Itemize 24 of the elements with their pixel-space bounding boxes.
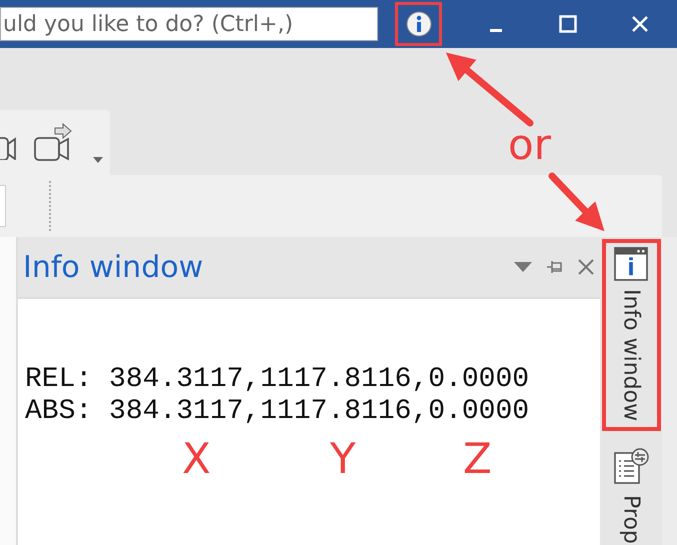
maximize-icon <box>559 15 577 33</box>
info-button[interactable] <box>395 2 442 46</box>
pin-icon[interactable] <box>546 259 564 275</box>
search-field[interactable]: uld you like to do? (Ctrl+,) <box>0 7 378 41</box>
dropdown-arrow-icon[interactable] <box>93 157 103 163</box>
side-tab[interactable]: Prop <box>602 439 660 545</box>
axis-label: X <box>182 436 211 482</box>
minimize-icon <box>490 28 502 32</box>
coordinate-line: REL: 384.3117,1117.8116,0.0000 <box>25 364 530 396</box>
close-icon[interactable] <box>578 259 594 275</box>
properties-icon <box>612 447 650 487</box>
close-icon <box>631 15 649 33</box>
panel-title: Info window <box>23 250 204 284</box>
side-tab[interactable]: Info window <box>602 239 660 431</box>
arrow <box>548 172 604 232</box>
info-window-icon <box>613 247 649 281</box>
axis-label: Y <box>330 436 356 482</box>
coordinate-line: ABS: 384.3117,1117.8116,0.0000 <box>25 396 530 428</box>
info-icon <box>406 11 432 37</box>
camera-export-icon[interactable] <box>33 122 73 162</box>
dropdown-arrow-icon[interactable] <box>514 262 532 272</box>
input-field[interactable] <box>0 185 6 227</box>
annotation-label: or <box>508 120 551 170</box>
axis-label: Z <box>463 436 492 482</box>
